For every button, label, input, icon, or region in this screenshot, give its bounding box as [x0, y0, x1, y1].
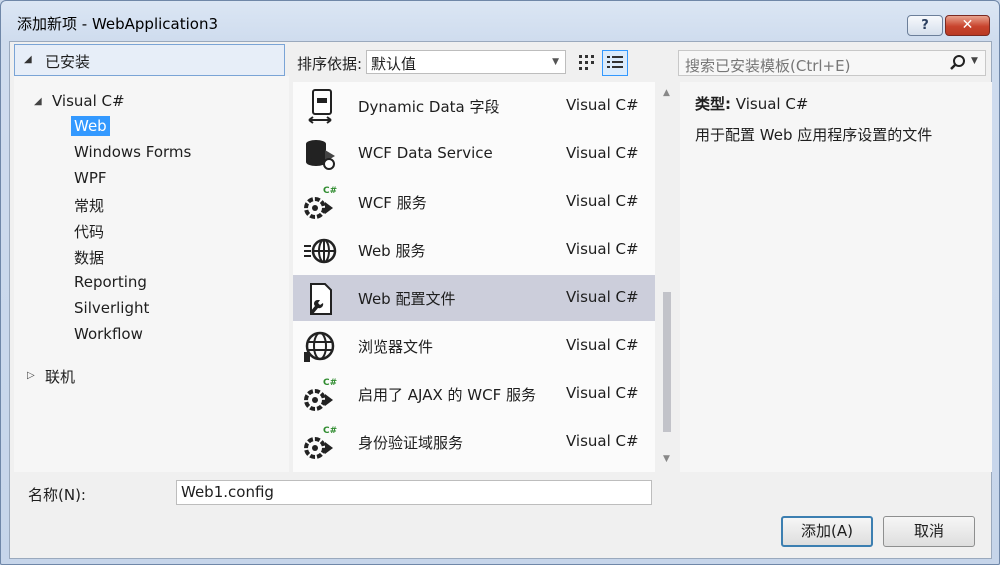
scroll-up-icon[interactable]: ▲: [663, 88, 670, 98]
tree-item-workflow[interactable]: Workflow: [71, 324, 146, 344]
type-label: 类型:: [695, 95, 731, 113]
small-icons-view-button[interactable]: [574, 50, 600, 76]
template-name: 浏览器文件: [358, 338, 434, 356]
list-item[interactable]: Dynamic Data 字段 Visual C#: [293, 83, 655, 129]
template-name: 身份验证域服务: [358, 434, 464, 452]
template-description: 用于配置 Web 应用程序设置的文件: [695, 126, 933, 144]
expand-right-icon[interactable]: ▷: [27, 370, 35, 381]
template-language: Visual C#: [566, 144, 639, 162]
template-name: 启用了 AJAX 的 WCF 服务: [358, 386, 536, 404]
tree-item-general[interactable]: 常规: [71, 194, 107, 217]
template-type: 类型: Visual C#: [695, 93, 808, 114]
name-input[interactable]: Web1.config: [176, 480, 652, 505]
help-button[interactable]: ?: [907, 15, 943, 36]
chevron-down-icon: ▼: [552, 57, 559, 67]
tree-item-silverlight[interactable]: Silverlight: [71, 298, 152, 318]
tree-item-windows-forms[interactable]: Windows Forms: [71, 142, 194, 162]
list-item[interactable]: C# 身份验证域服务 Visual C#: [293, 419, 655, 465]
dynamic-data-icon: [308, 89, 332, 124]
data-service-icon: [306, 140, 335, 170]
search-input[interactable]: 搜索已安装模板(Ctrl+E): [685, 55, 850, 76]
name-label: 名称(N):: [28, 486, 86, 504]
template-tree: ◢ Visual C# Web Windows Forms WPF 常规 代码 …: [14, 76, 289, 472]
wcf-service-icon: C#: [304, 426, 337, 459]
dialog-client: ◢ 已安装 ◢ Visual C# Web Windows Forms WPF …: [9, 41, 992, 559]
template-name: Web 服务: [358, 242, 426, 260]
list-view-button[interactable]: [602, 50, 628, 76]
tree-item-wpf[interactable]: WPF: [71, 168, 110, 188]
scroll-down-icon[interactable]: ▼: [663, 454, 670, 464]
list-item[interactable]: 浏览器文件 Visual C#: [293, 323, 655, 369]
add-button[interactable]: 添加(A): [781, 516, 873, 547]
grid-view-icon: [579, 55, 594, 70]
template-language: Visual C#: [566, 384, 639, 402]
list-scrollbar[interactable]: ▲ ▼: [659, 82, 677, 472]
installed-label: 已安装: [45, 53, 91, 71]
template-name: WCF 服务: [358, 194, 427, 212]
list-item[interactable]: Web 配置文件 Visual C#: [293, 275, 655, 321]
close-button[interactable]: ✕: [945, 15, 990, 36]
window-title: 添加新项 - WebApplication3: [17, 15, 219, 33]
config-file-icon: [310, 283, 332, 315]
search-icon[interactable]: [949, 54, 967, 72]
template-list[interactable]: Dynamic Data 字段 Visual C# WCF Data Servi…: [293, 82, 655, 472]
search-box[interactable]: 搜索已安装模板(Ctrl+E) ▼: [678, 50, 986, 76]
cancel-button[interactable]: 取消: [883, 516, 975, 547]
wcf-service-icon: C#: [304, 186, 337, 219]
collapse-icon: ◢: [24, 54, 32, 65]
template-name: WCF Data Service: [358, 144, 493, 162]
search-options-icon[interactable]: ▼: [971, 56, 978, 66]
template-language: Visual C#: [566, 192, 639, 210]
list-item[interactable]: C# 启用了 AJAX 的 WCF 服务 Visual C#: [293, 371, 655, 417]
template-language: Visual C#: [566, 288, 639, 306]
tree-node-visual-csharp[interactable]: Visual C#: [52, 92, 125, 110]
list-item[interactable]: WCF Data Service Visual C#: [293, 131, 655, 177]
tree-item-web[interactable]: Web: [71, 116, 110, 136]
template-language: Visual C#: [566, 336, 639, 354]
tree-node-online[interactable]: 联机: [45, 366, 75, 387]
template-language: Visual C#: [566, 432, 639, 450]
svg-text:C#: C#: [323, 378, 337, 388]
tree-item-data[interactable]: 数据: [71, 246, 107, 269]
browser-file-icon: [304, 331, 335, 362]
sort-dropdown[interactable]: 默认值 ▼: [366, 50, 566, 74]
svg-text:C#: C#: [323, 186, 337, 196]
details-pane: 类型: Visual C# 用于配置 Web 应用程序设置的文件: [680, 82, 992, 472]
svg-text:C#: C#: [323, 426, 337, 436]
template-language: Visual C#: [566, 96, 639, 114]
wcf-service-icon: C#: [304, 378, 337, 411]
sort-value: 默认值: [371, 55, 417, 73]
template-language: Visual C#: [566, 240, 639, 258]
installed-header[interactable]: ◢ 已安装: [14, 44, 285, 76]
list-item[interactable]: Web 服务 Visual C#: [293, 227, 655, 273]
tree-item-reporting[interactable]: Reporting: [71, 272, 150, 292]
tree-item-code[interactable]: 代码: [71, 220, 107, 243]
title-bar[interactable]: 添加新项 - WebApplication3 ? ✕: [1, 1, 999, 39]
web-service-icon: [304, 238, 337, 264]
list-view-icon: [607, 56, 623, 68]
scroll-thumb[interactable]: [663, 292, 671, 432]
type-value: Visual C#: [735, 95, 809, 113]
expand-down-icon[interactable]: ◢: [34, 96, 42, 107]
sort-label: 排序依据:: [297, 55, 363, 73]
template-name: Dynamic Data 字段: [358, 98, 500, 116]
list-item[interactable]: C# WCF 服务 Visual C#: [293, 179, 655, 225]
dialog-window: 添加新项 - WebApplication3 ? ✕ ◢ 已安装 ◢ Visua…: [0, 0, 1000, 565]
template-name: Web 配置文件: [358, 290, 456, 308]
